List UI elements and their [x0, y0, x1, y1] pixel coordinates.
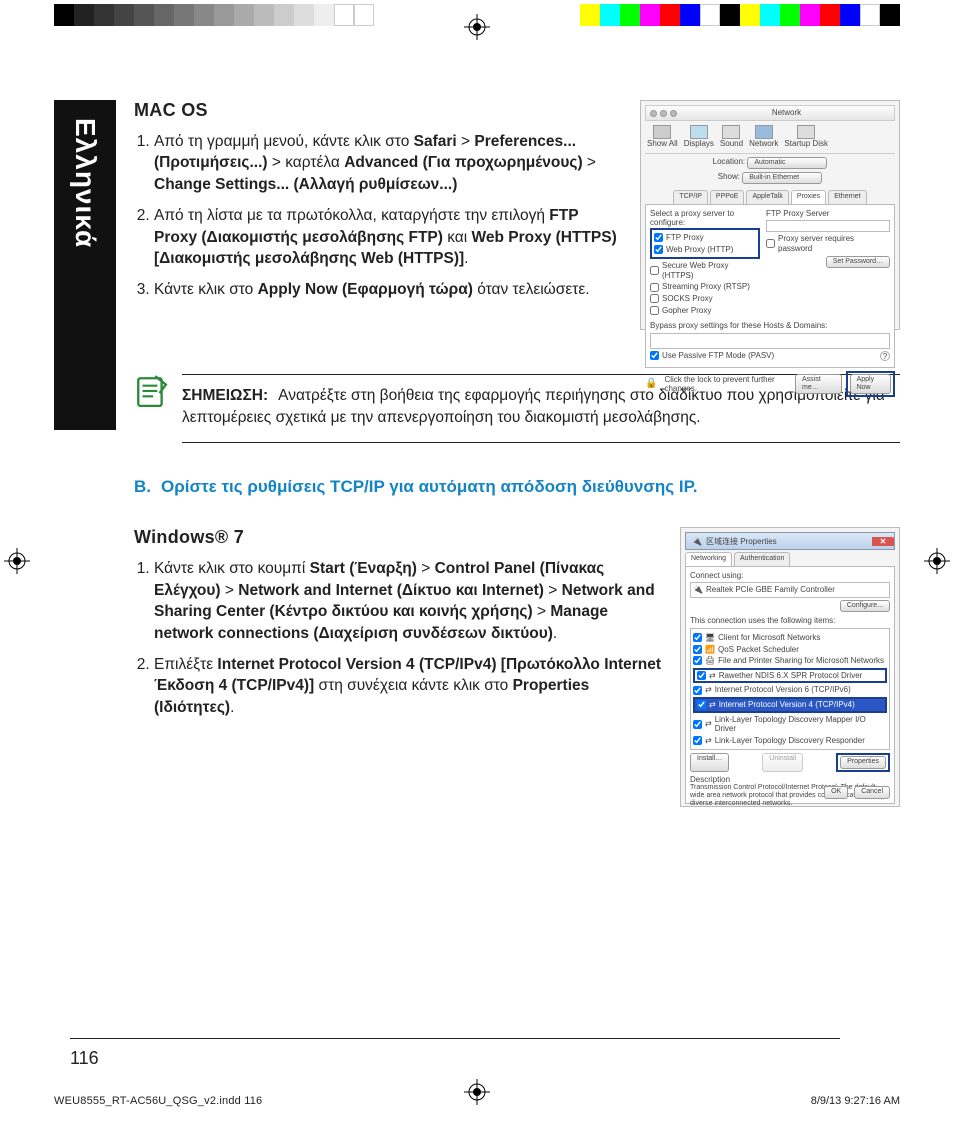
configure-button[interactable]: Configure...	[840, 600, 890, 612]
apply-now-button[interactable]: Apply Now	[850, 374, 891, 395]
slug-right: 8/9/13 9:27:16 AM	[811, 1095, 900, 1107]
properties-button[interactable]: Properties	[840, 756, 886, 768]
registration-mark-icon	[4, 548, 30, 574]
win7-heading: Windows® 7	[134, 527, 662, 548]
macos-step-3: Κάντε κλικ στο Apply Now (Εφαρμογή τώρα)…	[154, 279, 622, 300]
slug-left: WEU8555_RT-AC56U_QSG_v2.indd 116	[54, 1095, 262, 1107]
macos-step-1: Από τη γραμμή μενού, κάντε κλικ στο Safa…	[154, 131, 622, 195]
color-strip-right	[580, 4, 900, 26]
ipv4-checkbox[interactable]	[697, 700, 706, 709]
macos-network-screenshot: Network Show All Displays Sound Network …	[640, 100, 900, 330]
uninstall-button: Uninstall	[762, 753, 803, 771]
color-strip-left	[54, 4, 374, 26]
footer-rule	[70, 1038, 840, 1039]
registration-mark-icon	[464, 1079, 490, 1105]
language-tab: Ελληνικά	[54, 100, 116, 430]
lock-icon[interactable]: 🔒	[645, 378, 657, 390]
cancel-button[interactable]: Cancel	[854, 786, 890, 798]
win7-step-1: Κάντε κλικ στο κουμπί Start (Έναρξη) > C…	[154, 558, 662, 644]
macos-step-2: Από τη λίστα με τα πρωτόκολλα, καταργήστ…	[154, 205, 622, 269]
install-button[interactable]: Install…	[690, 753, 729, 771]
assist-me-button[interactable]: Assist me…	[795, 374, 842, 395]
note-icon	[134, 374, 168, 413]
win7-step-2: Επιλέξτε Internet Protocol Version 4 (TC…	[154, 654, 662, 718]
macos-heading: MAC OS	[134, 100, 622, 121]
close-icon[interactable]: ✕	[872, 537, 894, 547]
ftp-proxy-checkbox[interactable]	[654, 233, 663, 242]
page-number: 116	[70, 1048, 99, 1069]
registration-mark-icon	[924, 548, 950, 574]
set-password-button[interactable]: Set Password…	[826, 256, 890, 268]
section-b-heading: B. Ορίστε τις ρυθμίσεις TCP/IP για αυτόμ…	[134, 477, 900, 497]
web-proxy-checkbox[interactable]	[654, 245, 663, 254]
ok-button[interactable]: OK	[824, 786, 848, 798]
registration-mark-icon	[464, 14, 490, 40]
win7-properties-screenshot: 🔌区域连接 Properties✕ NetworkingAuthenticati…	[680, 527, 900, 807]
